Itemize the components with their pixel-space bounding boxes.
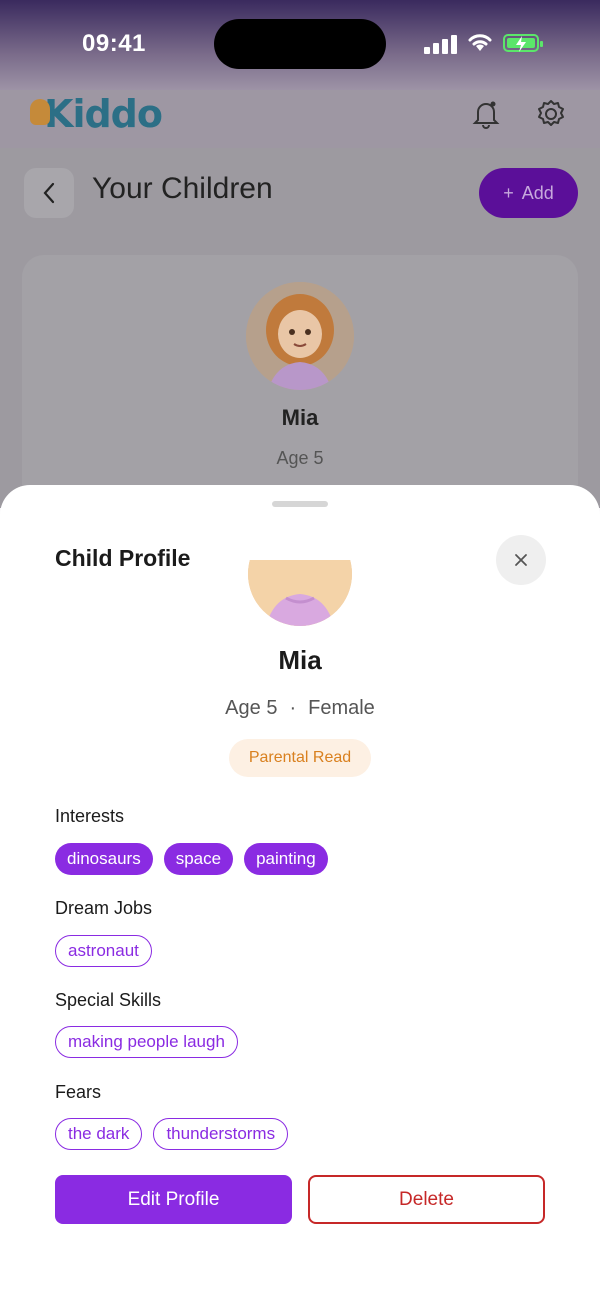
cellular-signal-icon [424, 34, 458, 54]
fears-chips: the dark thunderstorms [55, 1118, 289, 1150]
bell-icon[interactable] [472, 98, 500, 130]
child-avatar [246, 282, 354, 390]
profile-avatar [248, 560, 352, 626]
back-button[interactable] [24, 168, 74, 218]
fear-chip: thunderstorms [153, 1118, 289, 1150]
app-logo: Kiddo [30, 90, 163, 138]
interest-chip: painting [244, 843, 328, 875]
close-button[interactable] [496, 535, 546, 585]
add-child-button[interactable]: + Add [479, 168, 578, 218]
profile-meta: Age 5 · Female [0, 697, 600, 720]
chevron-left-icon [43, 182, 55, 204]
dream-job-chip: astronaut [55, 935, 152, 967]
profile-name: Mia [278, 645, 322, 675]
meta-separator: · [289, 697, 297, 719]
reading-mode-badge: Parental Read [229, 739, 371, 777]
plus-icon: + [503, 182, 514, 203]
profile-age: Age 5 [225, 697, 278, 719]
screen: 09:41 Kiddo Your Children + Add Mia Age … [0, 0, 600, 1303]
edit-profile-button[interactable]: Edit Profile [55, 1175, 292, 1224]
child-card-age: Age 5 [276, 448, 324, 468]
gear-icon[interactable] [536, 98, 566, 130]
page-title: Your Children [92, 172, 273, 205]
wifi-icon [468, 34, 492, 51]
sheet-grabber[interactable] [272, 501, 328, 507]
interest-chip: dinosaurs [55, 843, 153, 875]
dynamic-island [214, 19, 386, 69]
profile-gender: Female [308, 697, 375, 719]
child-card-name: Mia [281, 405, 319, 430]
close-icon [515, 554, 527, 566]
special-skills-label: Special Skills [55, 990, 162, 1010]
add-button-label: Add [521, 182, 554, 203]
logo-text: Kiddo [44, 92, 163, 136]
interests-label: Interests [55, 806, 125, 826]
bear-icon [30, 99, 50, 125]
sheet-title: Child Profile [55, 545, 191, 571]
fears-label: Fears [55, 1082, 102, 1102]
dream-jobs-chips: astronaut [55, 935, 152, 967]
interests-chips: dinosaurs space painting [55, 843, 328, 875]
dream-jobs-label: Dream Jobs [55, 898, 153, 918]
interest-chip: space [163, 843, 234, 875]
delete-button[interactable]: Delete [308, 1175, 545, 1224]
status-time: 09:41 [82, 30, 146, 57]
skill-chip: making people laugh [55, 1026, 238, 1058]
battery-icon [503, 34, 543, 52]
special-skills-chips: making people laugh [55, 1026, 238, 1058]
fear-chip: the dark [55, 1118, 143, 1150]
